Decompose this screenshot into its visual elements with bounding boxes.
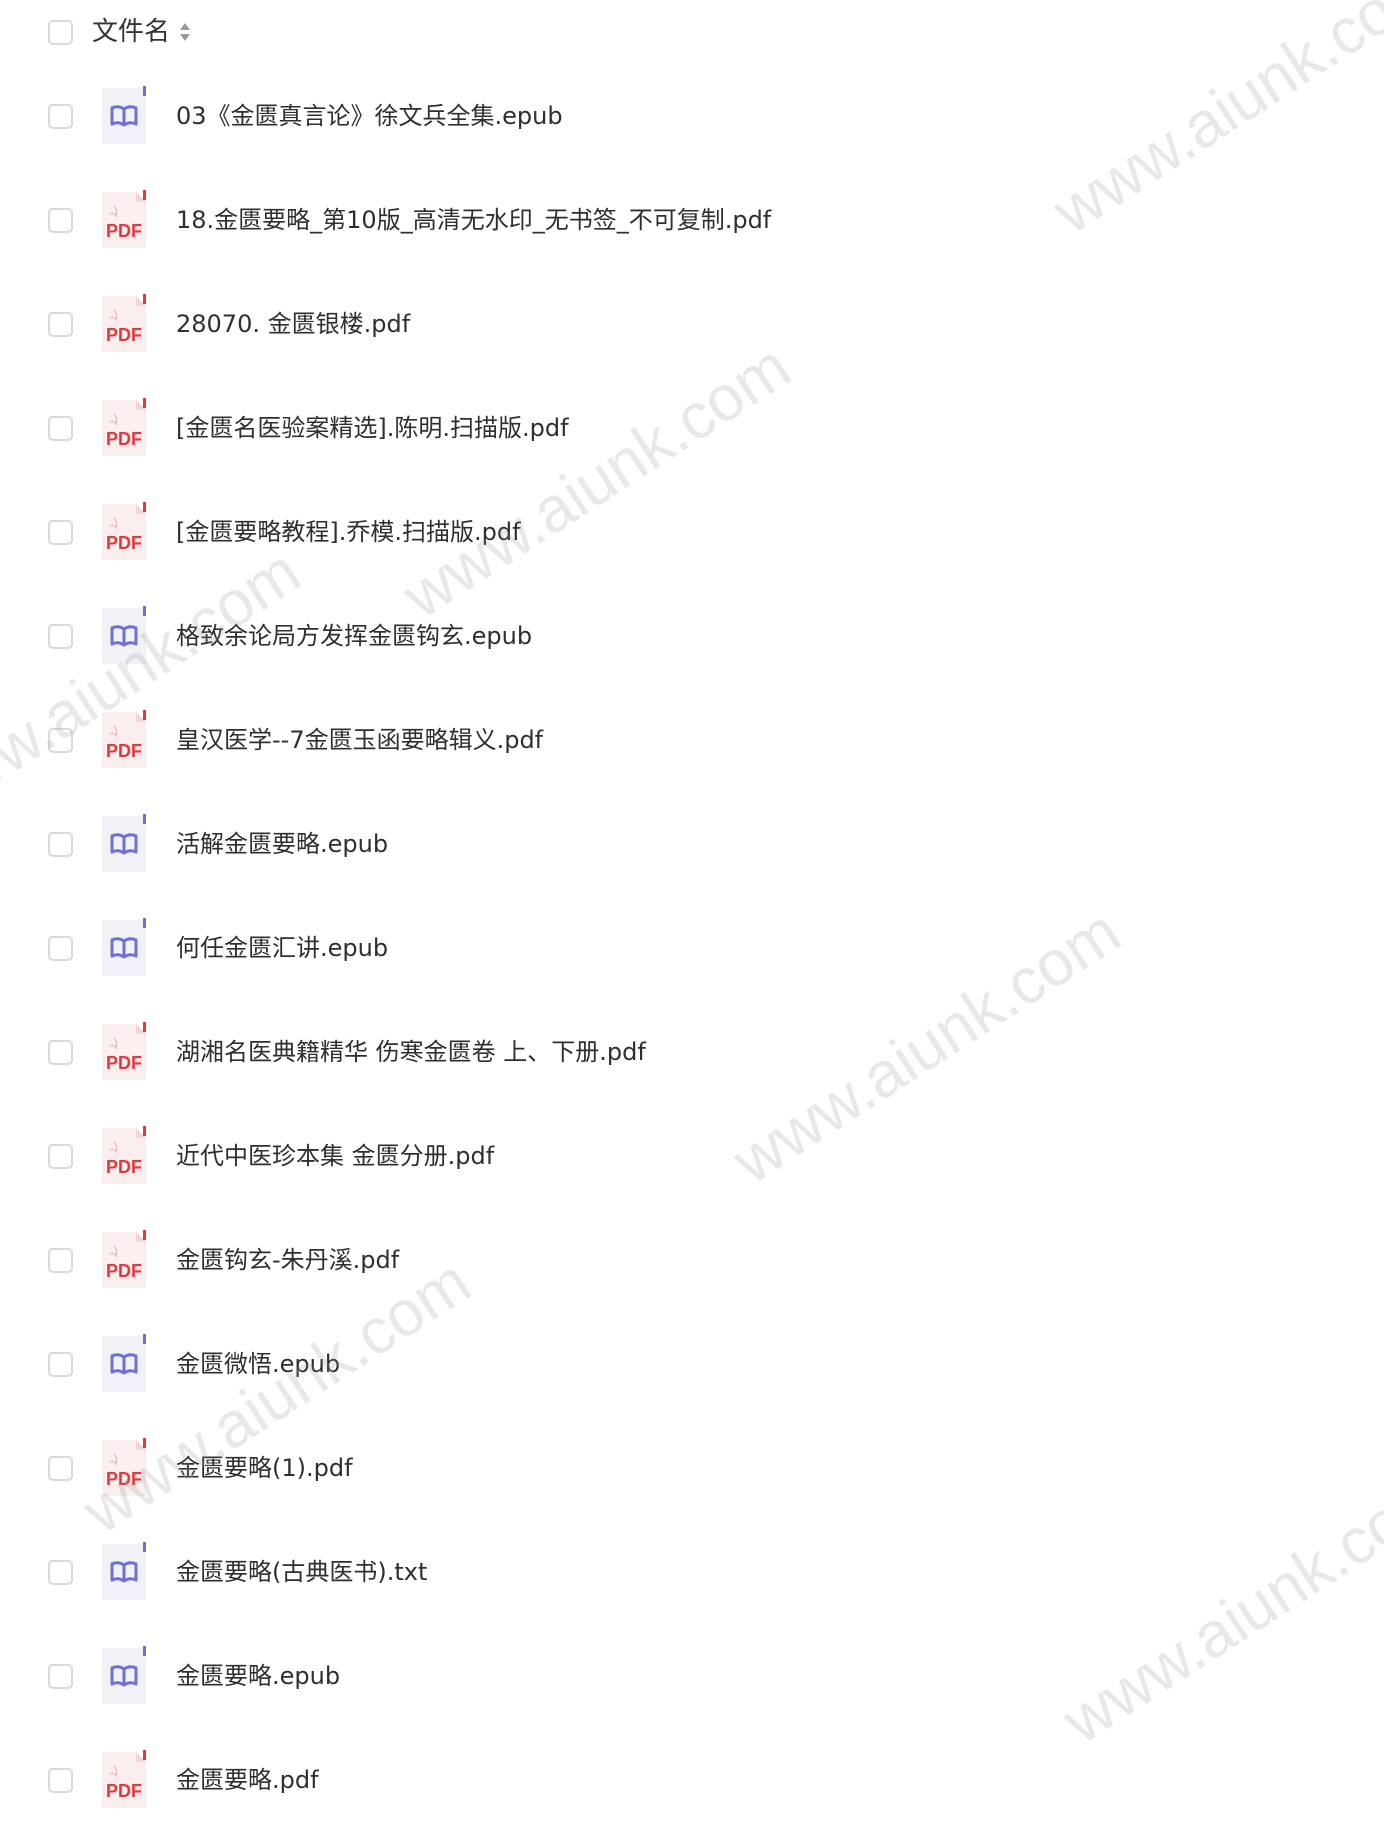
file-name[interactable]: 湖湘名医典籍精华 伤寒金匮卷 上、下册.pdf <box>176 1034 646 1070</box>
pdf-file-icon: PDF <box>98 1438 150 1498</box>
ebook-file-icon <box>98 1334 150 1394</box>
file-list-header: 文件名 <box>0 0 1384 64</box>
file-name[interactable]: 格致余论局方发挥金匮钩玄.epub <box>176 618 532 654</box>
file-row[interactable]: PDF 18.金匮要略_第10版_高清无水印_无书签_不可复制.pdf <box>0 168 1384 272</box>
ebook-file-icon <box>98 918 150 978</box>
ebook-file-icon <box>98 606 150 666</box>
pdf-file-icon: PDF <box>98 710 150 770</box>
file-name[interactable]: 金匮要略.pdf <box>176 1762 319 1798</box>
file-row[interactable]: 03《金匮真言论》徐文兵全集.epub <box>0 64 1384 168</box>
svg-text:PDF: PDF <box>106 741 142 761</box>
svg-text:PDF: PDF <box>106 533 142 553</box>
pdf-file-icon: PDF <box>98 1126 150 1186</box>
file-row-checkbox[interactable] <box>48 312 73 337</box>
file-name[interactable]: 近代中医珍本集 金匮分册.pdf <box>176 1138 494 1174</box>
file-row[interactable]: 金匮要略(古典医书).txt <box>0 1520 1384 1624</box>
file-row-checkbox[interactable] <box>48 208 73 233</box>
file-row-checkbox[interactable] <box>48 1040 73 1065</box>
ebook-file-icon <box>98 814 150 874</box>
file-row-checkbox[interactable] <box>48 1248 73 1273</box>
pdf-file-icon: PDF <box>98 398 150 458</box>
svg-text:PDF: PDF <box>106 325 142 345</box>
file-row[interactable]: PDF 湖湘名医典籍精华 伤寒金匮卷 上、下册.pdf <box>0 1000 1384 1104</box>
file-name[interactable]: 金匮要略.epub <box>176 1658 340 1694</box>
file-row-checkbox[interactable] <box>48 832 73 857</box>
svg-text:PDF: PDF <box>106 1781 142 1801</box>
file-row[interactable]: PDF 皇汉医学--7金匮玉函要略辑义.pdf <box>0 688 1384 792</box>
file-row[interactable]: PDF 金匮钩玄-朱丹溪.pdf <box>0 1208 1384 1312</box>
file-row-checkbox[interactable] <box>48 728 73 753</box>
svg-text:PDF: PDF <box>106 429 142 449</box>
file-row-checkbox[interactable] <box>48 1352 73 1377</box>
file-name[interactable]: 何任金匮汇讲.epub <box>176 930 388 966</box>
file-row-checkbox[interactable] <box>48 520 73 545</box>
pdf-file-icon: PDF <box>98 190 150 250</box>
svg-text:PDF: PDF <box>106 221 142 241</box>
svg-text:PDF: PDF <box>106 1053 142 1073</box>
svg-text:PDF: PDF <box>106 1157 142 1177</box>
pdf-file-icon: PDF <box>98 502 150 562</box>
file-row-checkbox[interactable] <box>48 416 73 441</box>
file-name[interactable]: 金匮钩玄-朱丹溪.pdf <box>176 1242 399 1278</box>
pdf-file-icon: PDF <box>98 1022 150 1082</box>
file-row-checkbox[interactable] <box>48 1456 73 1481</box>
file-row[interactable]: PDF 金匮要略.pdf <box>0 1728 1384 1832</box>
file-name[interactable]: [金匮名医验案精选].陈明.扫描版.pdf <box>176 410 569 446</box>
file-name[interactable]: 03《金匮真言论》徐文兵全集.epub <box>176 98 563 134</box>
sort-icon[interactable] <box>178 20 192 44</box>
file-row-checkbox[interactable] <box>48 104 73 129</box>
file-row[interactable]: PDF 28070. 金匮银楼.pdf <box>0 272 1384 376</box>
filename-column-header[interactable]: 文件名 <box>92 14 170 50</box>
file-name[interactable]: 皇汉医学--7金匮玉函要略辑义.pdf <box>176 722 543 758</box>
file-row[interactable]: 金匮要略.epub <box>0 1624 1384 1728</box>
pdf-file-icon: PDF <box>98 1750 150 1810</box>
file-row[interactable]: 金匮微悟.epub <box>0 1312 1384 1416</box>
file-row[interactable]: PDF 金匮要略(1).pdf <box>0 1416 1384 1520</box>
file-row-checkbox[interactable] <box>48 624 73 649</box>
file-row-checkbox[interactable] <box>48 1664 73 1689</box>
file-row[interactable]: PDF 近代中医珍本集 金匮分册.pdf <box>0 1104 1384 1208</box>
file-row-checkbox[interactable] <box>48 1144 73 1169</box>
file-name[interactable]: 金匮微悟.epub <box>176 1346 340 1382</box>
file-name[interactable]: 28070. 金匮银楼.pdf <box>176 306 410 342</box>
svg-text:PDF: PDF <box>106 1261 142 1281</box>
file-name[interactable]: 18.金匮要略_第10版_高清无水印_无书签_不可复制.pdf <box>176 202 771 238</box>
file-row-checkbox[interactable] <box>48 1768 73 1793</box>
ebook-file-icon <box>98 1542 150 1602</box>
file-name[interactable]: 金匮要略(古典医书).txt <box>176 1554 427 1590</box>
ebook-file-icon <box>98 86 150 146</box>
file-name[interactable]: [金匮要略教程].乔模.扫描版.pdf <box>176 514 521 550</box>
file-name[interactable]: 活解金匮要略.epub <box>176 826 388 862</box>
file-row[interactable]: PDF [金匮要略教程].乔模.扫描版.pdf <box>0 480 1384 584</box>
file-row-checkbox[interactable] <box>48 936 73 961</box>
file-name[interactable]: 金匮要略(1).pdf <box>176 1450 353 1486</box>
select-all-checkbox[interactable] <box>48 20 73 45</box>
file-row[interactable]: 何任金匮汇讲.epub <box>0 896 1384 1000</box>
file-row-checkbox[interactable] <box>48 1560 73 1585</box>
ebook-file-icon <box>98 1646 150 1706</box>
svg-text:PDF: PDF <box>106 1469 142 1489</box>
file-row[interactable]: 活解金匮要略.epub <box>0 792 1384 896</box>
pdf-file-icon: PDF <box>98 1230 150 1290</box>
pdf-file-icon: PDF <box>98 294 150 354</box>
file-row[interactable]: 格致余论局方发挥金匮钩玄.epub <box>0 584 1384 688</box>
file-row[interactable]: PDF [金匮名医验案精选].陈明.扫描版.pdf <box>0 376 1384 480</box>
